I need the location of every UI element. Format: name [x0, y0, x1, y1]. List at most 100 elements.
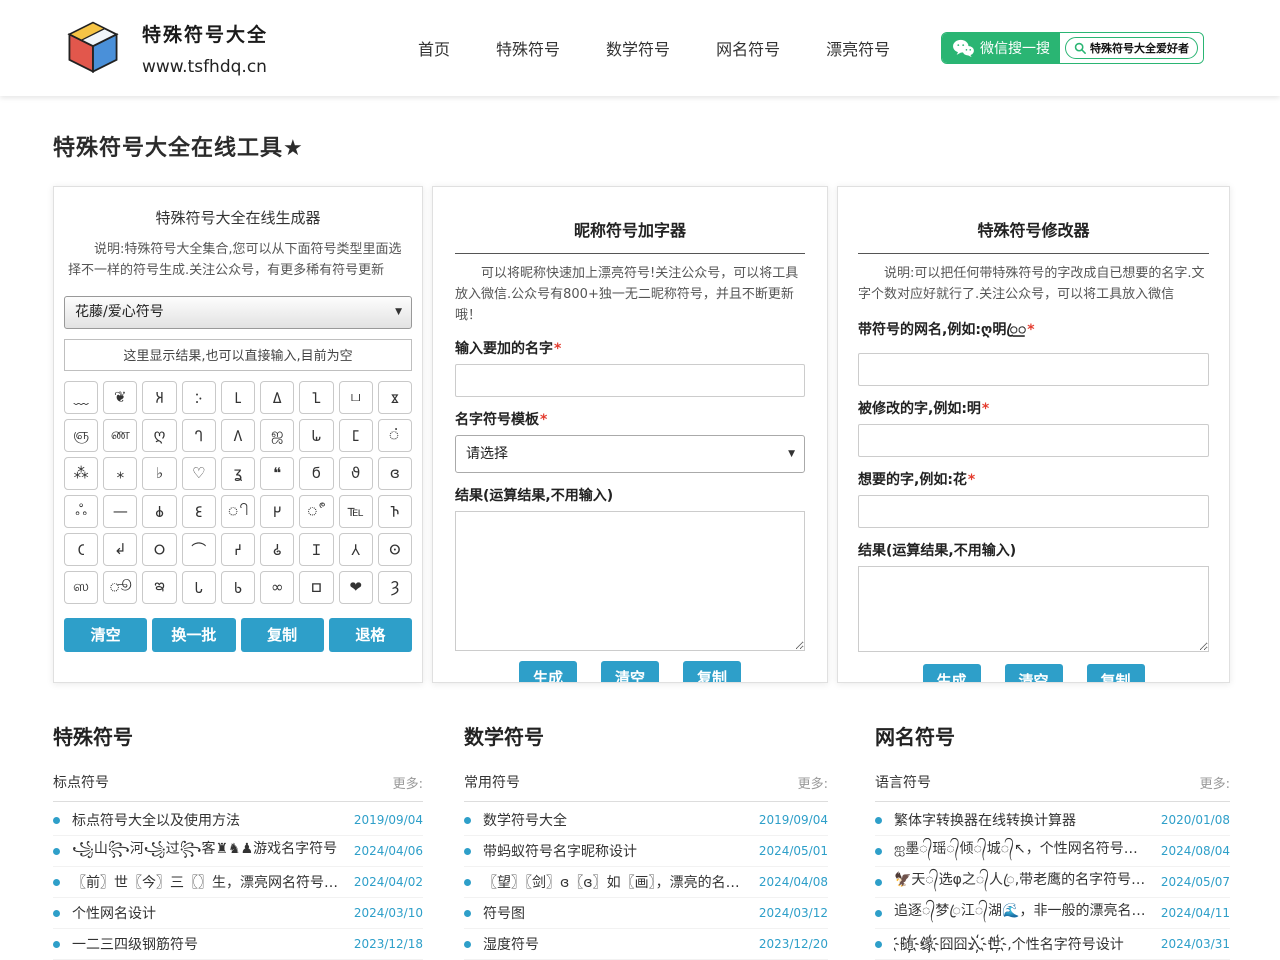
symbol-cell[interactable]: ப [339, 381, 373, 414]
article-link[interactable]: ꧁山꧂河꧁过꧂客♜♞♟游戏名字符号 [72, 837, 344, 866]
article-link[interactable]: 湿度符号 [483, 934, 749, 954]
symbol-cell[interactable]: ண [103, 419, 137, 452]
symbol-cell[interactable]: ீ [299, 495, 333, 528]
list-item[interactable]: 湿度符号 2023/12/20 [464, 929, 828, 960]
symbol-cell[interactable]: ஸ [64, 571, 98, 604]
symbol-cell[interactable]: ∞ [260, 571, 294, 604]
symbol-cell[interactable]: 𑀞 [142, 533, 176, 566]
symbol-cell[interactable]: 𑀣 [378, 533, 412, 566]
more-link[interactable]: 更多: [798, 773, 828, 792]
symbol-cell[interactable]: ஃ [64, 495, 98, 528]
symbol-cell[interactable]: ʓ [221, 457, 255, 490]
clear-button[interactable]: 清空 [1005, 664, 1063, 683]
symbol-cell[interactable]: ϭ [299, 457, 333, 490]
list-item[interactable]: 数学符号大全 2019/09/04 [464, 805, 828, 836]
source-name-input[interactable] [858, 353, 1209, 386]
generate-button[interactable]: 生成 [519, 661, 577, 683]
symbol-cell[interactable]: ﹏ [64, 381, 98, 414]
template-select[interactable]: 请选择 [455, 435, 805, 473]
modifier-result-textarea[interactable] [858, 566, 1209, 652]
symbol-cell[interactable]: ❝ [260, 457, 294, 490]
symbol-cell[interactable]: ஜ [260, 419, 294, 452]
generate-button[interactable]: 生成 [923, 664, 981, 683]
symbol-cell[interactable]: 𑀏 [260, 381, 294, 414]
list-item[interactable]: 一二三四级钢筋符号 2023/12/18 [53, 929, 423, 960]
symbol-cell[interactable]: 𑀗 [339, 419, 373, 452]
symbol-cell[interactable]: 𑀇 [182, 381, 216, 414]
list-item[interactable]: 繁体字转换器在线转换计算器 2020/01/08 [875, 805, 1230, 836]
symbol-cell[interactable]: ❦ [103, 381, 137, 414]
article-link[interactable]: 繁体字转换器在线转换计算器 [894, 810, 1151, 830]
copy-button[interactable]: 复制 [241, 618, 324, 652]
article-link[interactable]: 个性网名设计 [72, 903, 344, 923]
list-item[interactable]: 〖前〗世〖今〗三〖〗生，漂亮网名符号设计 2024/04/02 [53, 867, 423, 898]
generator-result-box[interactable]: 这里显示结果,也可以直接输入,目前为空 [64, 339, 412, 371]
symbol-cell[interactable]: ♭ [142, 457, 176, 490]
symbol-cell[interactable]: ⁎ [103, 457, 137, 490]
list-item[interactable]: 🦅天᭄选φ之᭄人ꦿ,带老鹰的名字符号设计 2024/05/07 [875, 867, 1230, 898]
symbol-cell[interactable]: ℡ [339, 495, 373, 528]
article-link[interactable]: 〖望〗〖剑〗ɞ〖ɞ〗如〖画〗，漂亮的名字符号 [483, 872, 749, 892]
symbol-cell[interactable]: 𑀖 [299, 419, 333, 452]
category-select[interactable]: 花藤/爱心符号 [64, 296, 412, 329]
article-link[interactable]: 数学符号大全 [483, 810, 749, 830]
article-link[interactable]: ҉随҉缘҉囧囧入҉世҉,个性名字符号设计 [894, 934, 1151, 954]
section-subtitle[interactable]: 标点符号 [53, 772, 109, 792]
wechat-search-button[interactable]: 微信搜一搜 [942, 33, 1060, 63]
copy-button[interactable]: 复制 [683, 661, 741, 683]
list-item[interactable]: ꧁山꧂河꧁过꧂客♜♞♟游戏名字符号 2024/04/06 [53, 836, 423, 867]
symbol-cell[interactable]: ϑ [339, 457, 373, 490]
symbol-cell[interactable]: — [103, 495, 137, 528]
symbol-cell[interactable]: 𑀃 [378, 381, 412, 414]
nav-item-pretty-symbols[interactable]: 漂亮符号 [826, 36, 890, 60]
more-link[interactable]: 更多: [1200, 773, 1230, 792]
more-link[interactable]: 更多: [393, 773, 423, 792]
symbol-cell[interactable]: 𑀝 [64, 533, 98, 566]
article-link[interactable]: 〖前〗世〖今〗三〖〗生，漂亮网名符号设计 [72, 872, 344, 892]
symbol-cell[interactable]: 𑀔 [182, 419, 216, 452]
clear-button[interactable]: 清空 [601, 661, 659, 683]
section-subtitle[interactable]: 常用符号 [464, 772, 520, 792]
symbol-cell[interactable]: 𑀩 [299, 571, 333, 604]
next-batch-button[interactable]: 换一批 [152, 618, 235, 652]
char-from-input[interactable] [858, 424, 1209, 457]
symbol-cell[interactable]: 𑀅 [142, 381, 176, 414]
symbol-cell[interactable]: 𑀚 [182, 495, 216, 528]
symbol-cell[interactable]: ூ [103, 571, 137, 604]
symbol-cell[interactable]: 𑀑 [299, 381, 333, 414]
symbol-cell[interactable]: ఇ [142, 571, 176, 604]
symbol-cell[interactable]: 𑀜 [378, 495, 412, 528]
backspace-button[interactable]: 退格 [329, 618, 412, 652]
nav-item-nickname-symbols[interactable]: 网名符号 [716, 36, 780, 60]
symbol-cell[interactable]: 𑀨 [221, 571, 255, 604]
section-subtitle[interactable]: 语言符号 [875, 772, 931, 792]
symbol-cell[interactable]: Ȝ [378, 571, 412, 604]
list-item[interactable]: ҉随҉缘҉囧囧入҉世҉,个性名字符号设计 2024/03/31 [875, 929, 1230, 960]
article-link[interactable]: 带蚂蚁符号名字昵称设计 [483, 841, 749, 861]
symbol-cell[interactable]: 𑀛 [260, 495, 294, 528]
article-link[interactable]: 符号图 [483, 903, 749, 923]
clear-button[interactable]: 清空 [64, 618, 147, 652]
nav-item-home[interactable]: 首页 [418, 36, 450, 60]
list-item[interactable]: 带蚂蚁符号名字昵称设计 2024/05/01 [464, 836, 828, 867]
nav-item-math-symbols[interactable]: 数学符号 [606, 36, 670, 60]
symbol-cell[interactable]: ♡ [182, 457, 216, 490]
symbol-cell[interactable]: 𑀟 [221, 533, 255, 566]
symbol-cell[interactable]: ⌒ [182, 533, 216, 566]
symbol-cell[interactable]: 𑀕 [221, 419, 255, 452]
list-item[interactable]: 标点符号大全以及使用方法 2019/09/04 [53, 805, 423, 836]
copy-button[interactable]: 复制 [1087, 664, 1145, 683]
list-item[interactable]: ஐ墨᭄瑶᭄倾᭄城᭄↖，个性网名符号设计 2024/08/04 [875, 836, 1230, 867]
symbol-cell[interactable]: 𑀡 [299, 533, 333, 566]
name-input[interactable] [455, 364, 805, 397]
symbol-cell[interactable]: 𑀧 [182, 571, 216, 604]
article-link[interactable]: ஐ墨᭄瑶᭄倾᭄城᭄↖，个性网名符号设计 [894, 838, 1151, 864]
article-link[interactable]: 追逐᭄梦ꦿ江᭄湖🌊，非一般的漂亮名字符... [894, 899, 1151, 928]
symbol-cell[interactable]: ⁂ [64, 457, 98, 490]
symbol-cell[interactable]: 𑀢 [339, 533, 373, 566]
article-link[interactable]: 🦅天᭄选φ之᭄人ꦿ,带老鹰的名字符号设计 [894, 868, 1151, 897]
article-link[interactable]: 一二三四级钢筋符号 [72, 934, 344, 954]
symbol-cell[interactable]: ் [378, 419, 412, 452]
symbol-cell[interactable]: 𑀠 [260, 533, 294, 566]
list-item[interactable]: 个性网名设计 2024/03/10 [53, 898, 423, 929]
